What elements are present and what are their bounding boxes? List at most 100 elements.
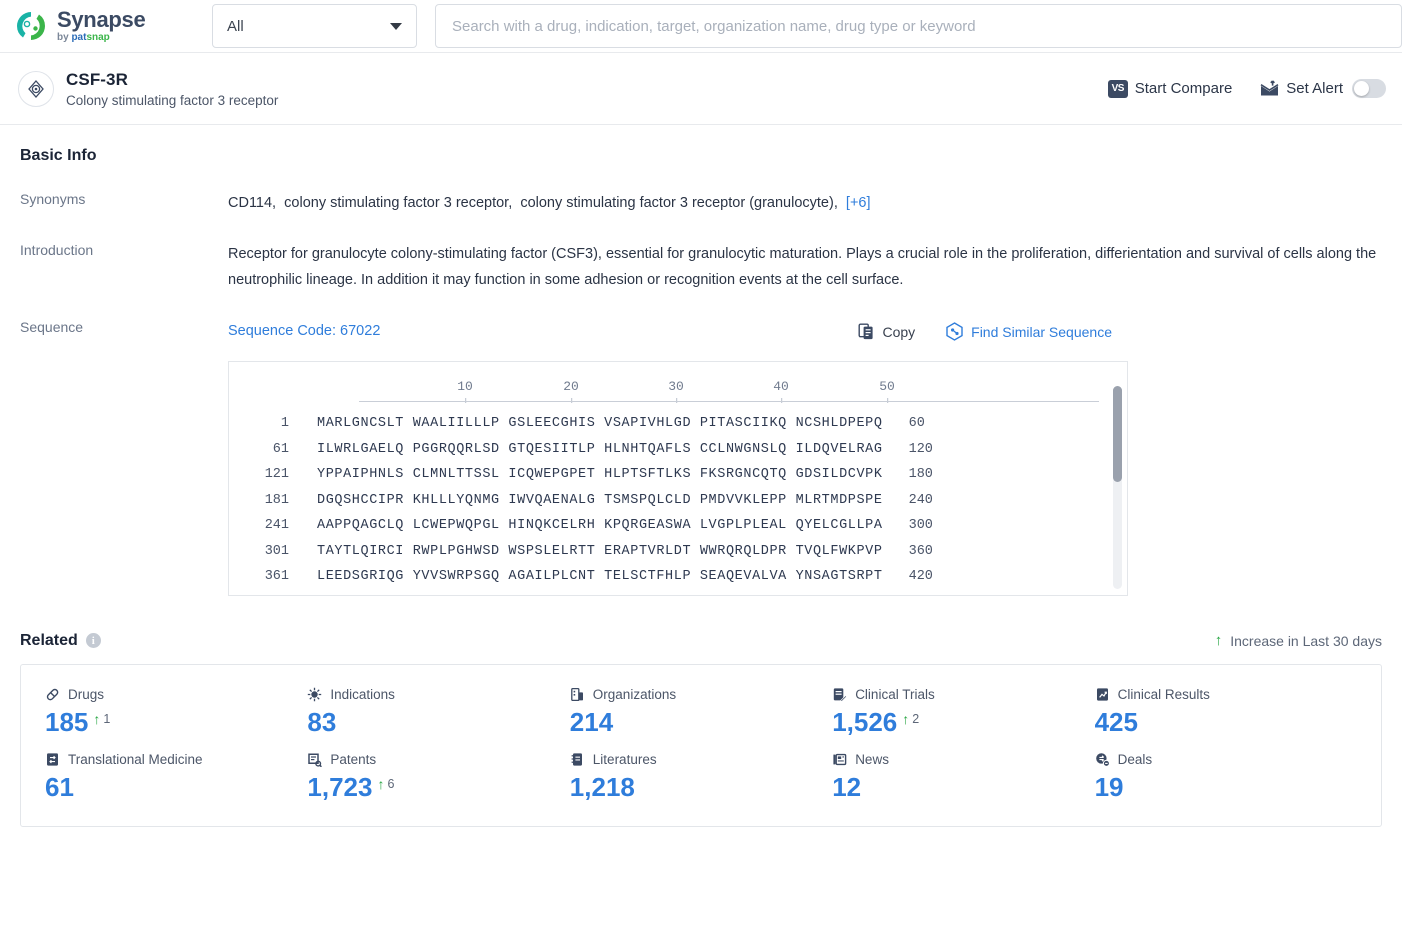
sequence-end-index: 240 [908, 492, 933, 508]
stat-value[interactable]: 1,526 [832, 707, 897, 737]
stat-label: Clinical Trials [832, 687, 1094, 702]
synonym-item: CD114, [228, 195, 277, 211]
sequence-residues: DGQSHCCIPR KHLLLYQNMG IWVQAENALG TSMSPQL… [317, 492, 883, 508]
stat-name: Literatures [592, 752, 657, 768]
ruler-tick: 20 [563, 376, 579, 403]
synonym-item: colony stimulating factor 3 receptor (gr… [520, 195, 838, 211]
related-heading: Related [20, 631, 78, 649]
sequence-line: 121 YPPAIPHNLS CLMNLTTSSL ICQWEPGPET HLP… [229, 463, 1127, 489]
stat-organizations[interactable]: Organizations 214 [570, 687, 832, 737]
info-icon[interactable]: i [85, 633, 101, 648]
sequence-end-index: 360 [908, 543, 933, 559]
sequence-residues: LEEDSGRIQG YVVSWRPSGQ AGAILPLCNT TELSCTF… [317, 569, 883, 585]
ruler-line [359, 400, 1099, 402]
ruler-tick: 50 [879, 376, 895, 403]
sequence-code-link[interactable]: Sequence Code: 67022 [228, 319, 380, 344]
increase-legend-label: Increase in Last 30 days [1230, 632, 1382, 649]
set-alert-control[interactable]: Set Alert [1260, 79, 1386, 98]
stat-clinical-trials[interactable]: Clinical Trials 1,526 ↑ 2 [832, 687, 1094, 737]
sequence-start-index: 61 [272, 441, 289, 457]
sequence-tools: Copy Find Similar Sequence [858, 320, 1382, 345]
arrow-up-icon: ↑ [377, 776, 385, 793]
sequence-rows: 1 MARLGNCSLT WAALIILLLP GSLEECGHIS VSAPI… [229, 402, 1127, 591]
deal-icon [1095, 752, 1110, 767]
stat-drugs[interactable]: Drugs 185 ↑ 1 [45, 687, 307, 737]
chart-doc-icon [1095, 687, 1110, 702]
page-subtitle: Colony stimulating factor 3 receptor [66, 92, 279, 108]
sequence-label: Sequence [20, 319, 84, 336]
stat-patents[interactable]: Patents 1,723 ↑ 6 [307, 752, 569, 802]
stat-news[interactable]: News 12 [832, 752, 1094, 802]
sequence-ruler: 10 20 30 40 50 [359, 376, 1099, 403]
sequence-start-index: 361 [264, 569, 289, 585]
arrow-up-icon: ↑ [93, 710, 101, 727]
sequence-viewer[interactable]: 10 20 30 40 50 1 MARLGNCSLT WAALIILLLP G… [228, 360, 1128, 596]
stat-translational-medicine[interactable]: Translational Medicine 61 [45, 752, 307, 802]
find-similar-sequence-button[interactable]: Find Similar Sequence [945, 320, 1112, 345]
stat-delta-value: 2 [912, 711, 920, 726]
set-alert-toggle[interactable] [1352, 79, 1386, 98]
stat-clinical-results[interactable]: Clinical Results 425 [1095, 687, 1357, 737]
sequence-end-index: 120 [908, 441, 933, 457]
stat-value[interactable]: 214 [570, 707, 613, 737]
search-input[interactable] [450, 16, 1387, 36]
building-icon [570, 687, 585, 702]
synapse-logo-icon [14, 9, 48, 43]
patent-icon [307, 752, 323, 768]
search-field-wrap[interactable] [435, 4, 1402, 48]
sequence-start-index: 241 [264, 518, 289, 534]
stat-delta-value: 6 [387, 777, 395, 792]
sequence-line: 361 LEEDSGRIQG YVVSWRPSGQ AGAILPLCNT TEL… [229, 565, 1127, 591]
sequence-row: Sequence Sequence Code: 67022 Copy Find … [20, 319, 1382, 596]
stat-indications[interactable]: Indications 83 [307, 687, 569, 737]
target-icon [18, 70, 54, 107]
stat-deals[interactable]: Deals 19 [1095, 752, 1357, 802]
stat-delta: ↑ 2 [902, 712, 919, 726]
stat-label: Deals [1095, 752, 1357, 767]
find-similar-label: Find Similar Sequence [971, 323, 1112, 340]
stat-name: Organizations [592, 686, 677, 702]
stat-literatures[interactable]: Literatures 1,218 [570, 752, 832, 802]
sequence-scrollbar[interactable] [1113, 385, 1122, 589]
stat-label: News [832, 752, 1094, 767]
sequence-end-index: 300 [908, 518, 933, 534]
sequence-line: 181 DGQSHCCIPR KHLLLYQNMG IWVQAENALG TSM… [229, 488, 1127, 514]
stat-label: Organizations [570, 687, 832, 702]
stat-value[interactable]: 61 [45, 773, 74, 802]
copy-icon [858, 323, 875, 340]
stat-label: Literatures [570, 752, 832, 767]
stat-name: Clinical Results [1117, 686, 1210, 702]
sequence-toolbar: Sequence Code: 67022 Copy Find Similar S… [228, 319, 1382, 344]
introduction-label: Introduction [20, 242, 94, 259]
stat-name: Clinical Trials [855, 686, 935, 702]
stat-name: Drugs [68, 686, 105, 702]
sequence-end-index: 180 [908, 467, 933, 483]
stat-name: Indications [330, 686, 395, 702]
related-header: Related i ↑ Increase in Last 30 days [20, 632, 1382, 650]
stat-value[interactable]: 1,723 [307, 773, 372, 802]
sequence-residues: TAYTLQIRCI RWPLPGHWSD WSPSLELRTT ERAPTVR… [317, 543, 883, 559]
stat-label: Indications [307, 687, 569, 702]
stat-value[interactable]: 1,218 [570, 773, 635, 802]
clipboard-edit-icon [832, 687, 848, 702]
stat-value[interactable]: 425 [1095, 707, 1138, 737]
copy-button[interactable]: Copy [858, 320, 915, 345]
stat-label: Translational Medicine [45, 752, 307, 767]
stat-value[interactable]: 185 [45, 707, 88, 737]
introduction-row: Introduction Receptor for granulocyte co… [20, 242, 1382, 293]
sequence-residues: YPPAIPHNLS CLMNLTTSSL ICQWEPGPET HLPTSFT… [317, 467, 883, 483]
main-content: Basic Info Synonyms CD114, colony stimul… [0, 125, 1402, 827]
stat-value[interactable]: 83 [307, 707, 336, 737]
sequence-residues: AAPPQAGCLQ LCWEPWQPGL HINQKCELRH KPQRGEA… [317, 518, 883, 534]
search-scope-select[interactable]: All [212, 4, 417, 48]
synonyms-label: Synonyms [20, 191, 86, 207]
synonyms-more-link[interactable]: [+6] [846, 195, 871, 211]
stat-value[interactable]: 19 [1095, 773, 1124, 802]
sequence-end-index: 60 [908, 416, 925, 432]
synapse-logo[interactable]: Synapse by patsnap [14, 9, 194, 43]
stat-value[interactable]: 12 [832, 773, 861, 802]
top-search-bar: Synapse by patsnap All [0, 0, 1402, 53]
introduction-text: Receptor for granulocyte colony-stimulat… [228, 246, 1377, 288]
start-compare-button[interactable]: VS Start Compare [1107, 79, 1232, 98]
sequence-scrollbar-thumb[interactable] [1113, 385, 1122, 482]
